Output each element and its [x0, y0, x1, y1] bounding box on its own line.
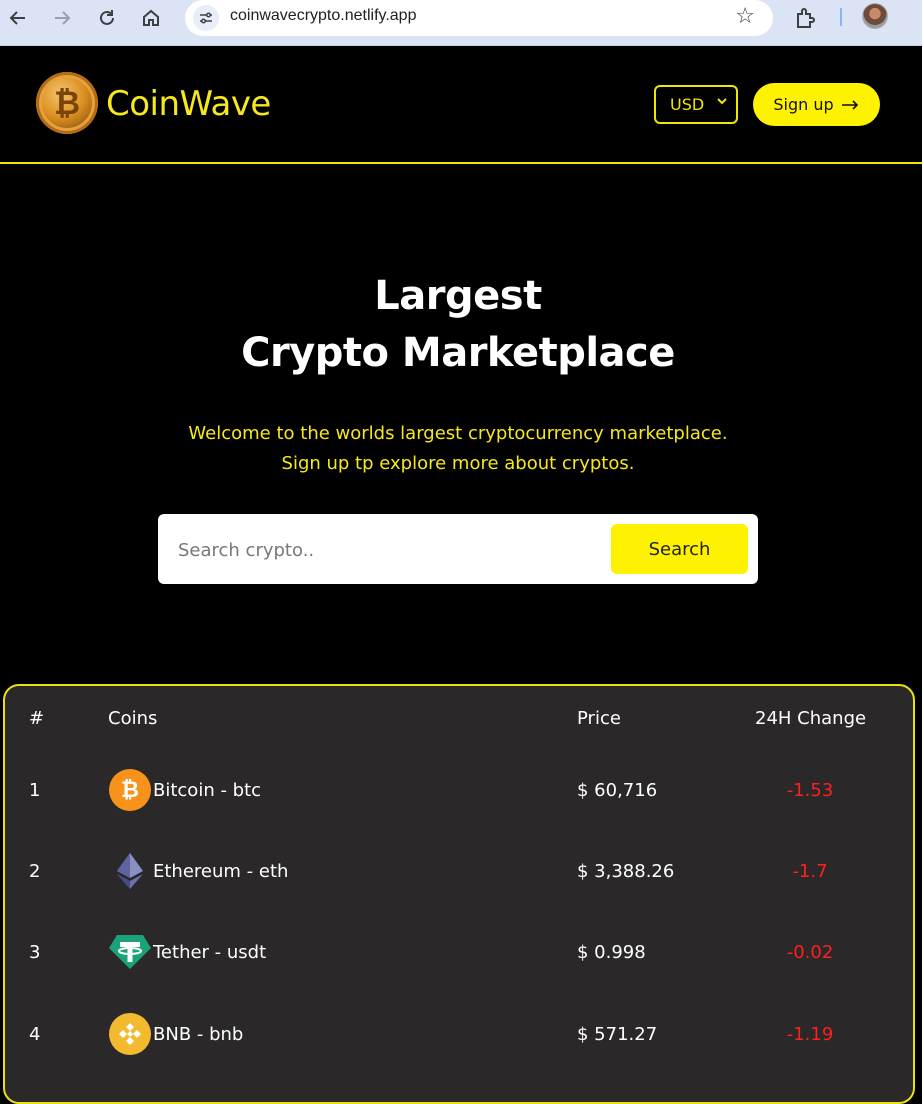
coin-name: Bitcoin - btc — [153, 779, 262, 801]
bnb-icon — [109, 1013, 151, 1055]
row-coin[interactable]: BNB - bnb — [109, 1013, 243, 1055]
toolbar-divider — [840, 8, 842, 26]
back-arrow-icon[interactable] — [4, 5, 32, 31]
arrow-right-icon — [841, 95, 860, 114]
row-coin[interactable]: ₿ Bitcoin - btc — [109, 769, 261, 811]
profile-avatar[interactable] — [862, 3, 888, 29]
reload-icon[interactable] — [93, 5, 121, 31]
address-bar[interactable]: coinwavecrypto.netlify.app ☆ — [185, 0, 773, 36]
hero-title-line2: Crypto Marketplace — [241, 330, 675, 376]
hero-title-line1: Largest — [374, 273, 542, 319]
brand-name[interactable]: CoinWave — [106, 84, 271, 124]
row-rank: 1 — [29, 780, 41, 801]
chevron-down-icon — [716, 95, 728, 111]
currency-select[interactable]: USD — [654, 85, 738, 124]
header-coins: Coins — [108, 708, 158, 729]
bitcoin-icon: ₿ — [109, 769, 151, 811]
bookmark-star-icon[interactable]: ☆ — [735, 4, 755, 29]
row-price: $ 571.27 — [577, 1024, 658, 1045]
search-form: Search — [158, 514, 758, 584]
row-price: $ 0.998 — [577, 942, 646, 963]
coin-name: Tether - usdt — [153, 941, 267, 963]
site-header: ₿ CoinWave USD Sign up — [0, 46, 922, 164]
currency-value: USD — [670, 95, 705, 114]
bitcoin-logo-icon[interactable]: ₿ — [36, 72, 98, 134]
row-change: -1.19 — [786, 1024, 834, 1045]
ethereum-icon — [109, 850, 151, 892]
row-price: $ 3,388.26 — [577, 861, 675, 882]
coin-name: BNB - bnb — [153, 1023, 244, 1045]
row-change: -0.02 — [786, 942, 834, 963]
search-input[interactable] — [178, 532, 598, 568]
forward-arrow-icon[interactable] — [48, 5, 76, 31]
hero-sub-line2: Sign up tp explore more about cryptos. — [281, 453, 635, 474]
row-price: $ 60,716 — [577, 780, 658, 801]
hero-title: Largest Crypto Marketplace — [0, 268, 916, 382]
browser-toolbar: coinwavecrypto.netlify.app ☆ — [0, 0, 922, 46]
home-icon[interactable] — [137, 5, 165, 31]
site-settings-icon[interactable] — [193, 5, 219, 31]
signup-label: Sign up — [773, 95, 834, 114]
extensions-puzzle-icon[interactable] — [794, 6, 822, 32]
row-change: -1.7 — [792, 861, 828, 882]
row-rank: 3 — [29, 942, 41, 963]
header-change: 24H Change — [755, 708, 867, 729]
row-change: -1.53 — [786, 780, 834, 801]
signup-button[interactable]: Sign up — [753, 83, 880, 126]
hero-sub-line1: Welcome to the worlds largest cryptocurr… — [188, 423, 728, 444]
tether-icon — [109, 931, 151, 973]
row-rank: 2 — [29, 861, 41, 882]
header-price: Price — [577, 708, 621, 729]
row-coin[interactable]: Tether - usdt — [109, 931, 266, 973]
header-rank: # — [29, 708, 45, 729]
hero-subtitle: Welcome to the worlds largest cryptocurr… — [0, 419, 916, 479]
row-rank: 4 — [29, 1024, 41, 1045]
row-coin[interactable]: Ethereum - eth — [109, 850, 288, 892]
coin-name: Ethereum - eth — [153, 860, 289, 882]
crypto-table: # Coins Price 24H Change 1 ₿ Bitcoin - b… — [3, 684, 915, 1104]
url-text[interactable]: coinwavecrypto.netlify.app — [230, 7, 416, 25]
search-button[interactable]: Search — [611, 524, 748, 574]
